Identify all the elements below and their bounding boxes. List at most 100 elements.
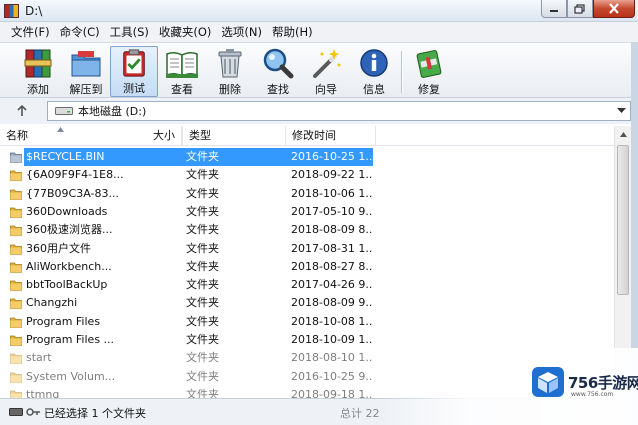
table-row[interactable]: {77B09C3A-83... 文件夹 2018-10-06 1...: [0, 185, 614, 203]
status-selected: 已经选择 1 个文件夹: [44, 407, 146, 420]
minimize-icon: [550, 9, 558, 12]
menu-options[interactable]: 选项(N): [216, 22, 267, 42]
scroll-thumb[interactable]: [617, 145, 629, 295]
file-type: 文件夹: [186, 223, 219, 237]
folder-icon: [10, 317, 22, 328]
wizard-label: 向导: [315, 83, 337, 96]
chevron-down-icon[interactable]: [617, 108, 626, 114]
find-button[interactable]: 查找: [254, 46, 302, 97]
address-path: 本地磁盘 (D:): [78, 105, 147, 118]
folder-icon: [10, 335, 22, 346]
arrow-up-icon: [17, 105, 27, 116]
table-row[interactable]: 360极速浏览器... 文件夹 2018-08-09 8...: [0, 221, 614, 239]
table-row[interactable]: {6A09F9F4-1E8... 文件夹 2018-09-22 1...: [0, 166, 614, 184]
file-type: 文件夹: [186, 186, 219, 200]
column-header: 名称 大小 类型 修改时间: [0, 126, 614, 146]
column-type[interactable]: 类型: [182, 126, 286, 146]
close-button[interactable]: [593, 0, 635, 18]
table-row[interactable]: 360Downloads 文件夹 2017-05-10 9...: [0, 203, 614, 221]
repair-kit-icon: [416, 50, 442, 78]
table-row[interactable]: AliWorkbench... 文件夹 2018-08-27 8...: [0, 258, 614, 276]
repair-label: 修复: [418, 83, 440, 96]
file-name: {77B09C3A-83...: [26, 186, 119, 200]
add-button[interactable]: 添加: [14, 46, 62, 97]
watermark-brand: 756手游网: [568, 374, 638, 392]
menu-favorites[interactable]: 收藏夹(O): [154, 22, 217, 42]
file-type: 文件夹: [186, 259, 219, 273]
table-row[interactable]: Program Files ... 文件夹 2018-10-09 1...: [0, 331, 614, 349]
file-name: Changzhi: [26, 296, 78, 310]
file-name: bbtToolBackUp: [26, 278, 108, 292]
add-label: 添加: [27, 83, 49, 96]
folder-icon: [10, 225, 22, 237]
column-modified[interactable]: 修改时间: [286, 126, 376, 146]
file-modified: 2018-08-10 1...: [291, 351, 373, 365]
file-name: 360极速浏览器...: [26, 223, 113, 237]
magic-wand-icon: [313, 49, 341, 78]
file-name: {6A09F9F4-1E8...: [26, 168, 124, 182]
file-modified: 2018-10-09 1...: [291, 333, 373, 346]
toolbar: 添加 解压到 测试 查看 删除 查找 向导 信息 修复: [0, 42, 638, 98]
minimize-button[interactable]: [541, 0, 567, 18]
file-modified: 2018-08-09 8...: [291, 223, 373, 237]
column-name-label: 名称: [6, 129, 28, 142]
file-modified: 2016-10-25 1...: [289, 148, 373, 166]
wizard-button[interactable]: 向导: [302, 46, 350, 97]
sort-ascending-icon: [57, 127, 64, 132]
delete-button[interactable]: 删除: [206, 46, 254, 97]
file-name: 360Downloads: [26, 204, 108, 218]
table-row[interactable]: 360用户文件 文件夹 2017-08-31 1...: [0, 240, 614, 258]
test-label: 测试: [123, 82, 145, 95]
table-row[interactable]: $RECYCLE.BIN 文件夹 2016-10-25 1...: [0, 148, 614, 166]
table-row[interactable]: bbtToolBackUp 文件夹 2017-04-26 9...: [0, 276, 614, 294]
maximize-button[interactable]: [567, 0, 593, 18]
file-modified: 2018-10-08 1...: [291, 314, 373, 328]
magnifier-icon: [263, 48, 294, 79]
window-title: D:\: [25, 4, 43, 18]
menu-file[interactable]: 文件(F): [6, 22, 55, 42]
file-modified: 2018-08-27 8...: [291, 259, 373, 273]
close-icon: [609, 3, 619, 14]
key-icon[interactable]: [26, 407, 40, 417]
extract-to-button[interactable]: 解压到: [62, 46, 110, 97]
folder-icon: [10, 390, 22, 398]
cube-logo-icon: [532, 367, 564, 397]
file-name: System Volum...: [26, 369, 116, 383]
address-combobox[interactable]: 本地磁盘 (D:): [47, 101, 631, 121]
scroll-up-button[interactable]: [615, 126, 632, 143]
test-button[interactable]: 测试: [110, 46, 158, 97]
address-row: 本地磁盘 (D:): [0, 98, 638, 124]
table-row[interactable]: Program Files 文件夹 2018-10-08 1...: [0, 313, 614, 331]
info-button[interactable]: 信息: [350, 46, 398, 97]
file-name: Program Files: [26, 314, 101, 328]
folder-icon: [10, 244, 22, 255]
file-name: AliWorkbench...: [26, 259, 112, 273]
file-modified: 2018-10-06 1...: [291, 186, 373, 200]
file-name: 360用户文件: [26, 241, 91, 255]
file-modified: 2016-10-25 9...: [291, 369, 373, 383]
menu-help[interactable]: 帮助(H): [267, 22, 318, 42]
open-book-icon: [166, 51, 198, 78]
folder-icon: [10, 372, 22, 383]
file-modified: 2017-08-31 1...: [291, 241, 373, 255]
file-modified: 2017-04-26 9...: [291, 278, 373, 292]
file-type: 文件夹: [186, 168, 219, 182]
folder-icon: [10, 170, 22, 182]
status-total: 总计 22: [340, 407, 380, 420]
file-type: 文件夹: [186, 387, 219, 398]
up-level-button[interactable]: [12, 102, 32, 120]
scroll-up-icon: [620, 132, 627, 137]
repair-button[interactable]: 修复: [405, 46, 453, 97]
file-name: ttmng: [26, 387, 60, 398]
winrar-app-icon[interactable]: [4, 4, 19, 18]
menu-tools[interactable]: 工具(S): [105, 22, 154, 42]
table-row[interactable]: Changzhi 文件夹 2018-08-09 9...: [0, 294, 614, 312]
view-button[interactable]: 查看: [158, 46, 206, 97]
menu-commands[interactable]: 命令(C): [55, 22, 105, 42]
watermark-url: www.756.com: [571, 391, 614, 398]
drive-status-icon[interactable]: [9, 407, 23, 417]
view-label: 查看: [171, 83, 193, 96]
file-type: 文件夹: [186, 241, 219, 255]
status-icons: [9, 407, 40, 417]
file-modified: 2018-08-09 9...: [291, 296, 373, 310]
